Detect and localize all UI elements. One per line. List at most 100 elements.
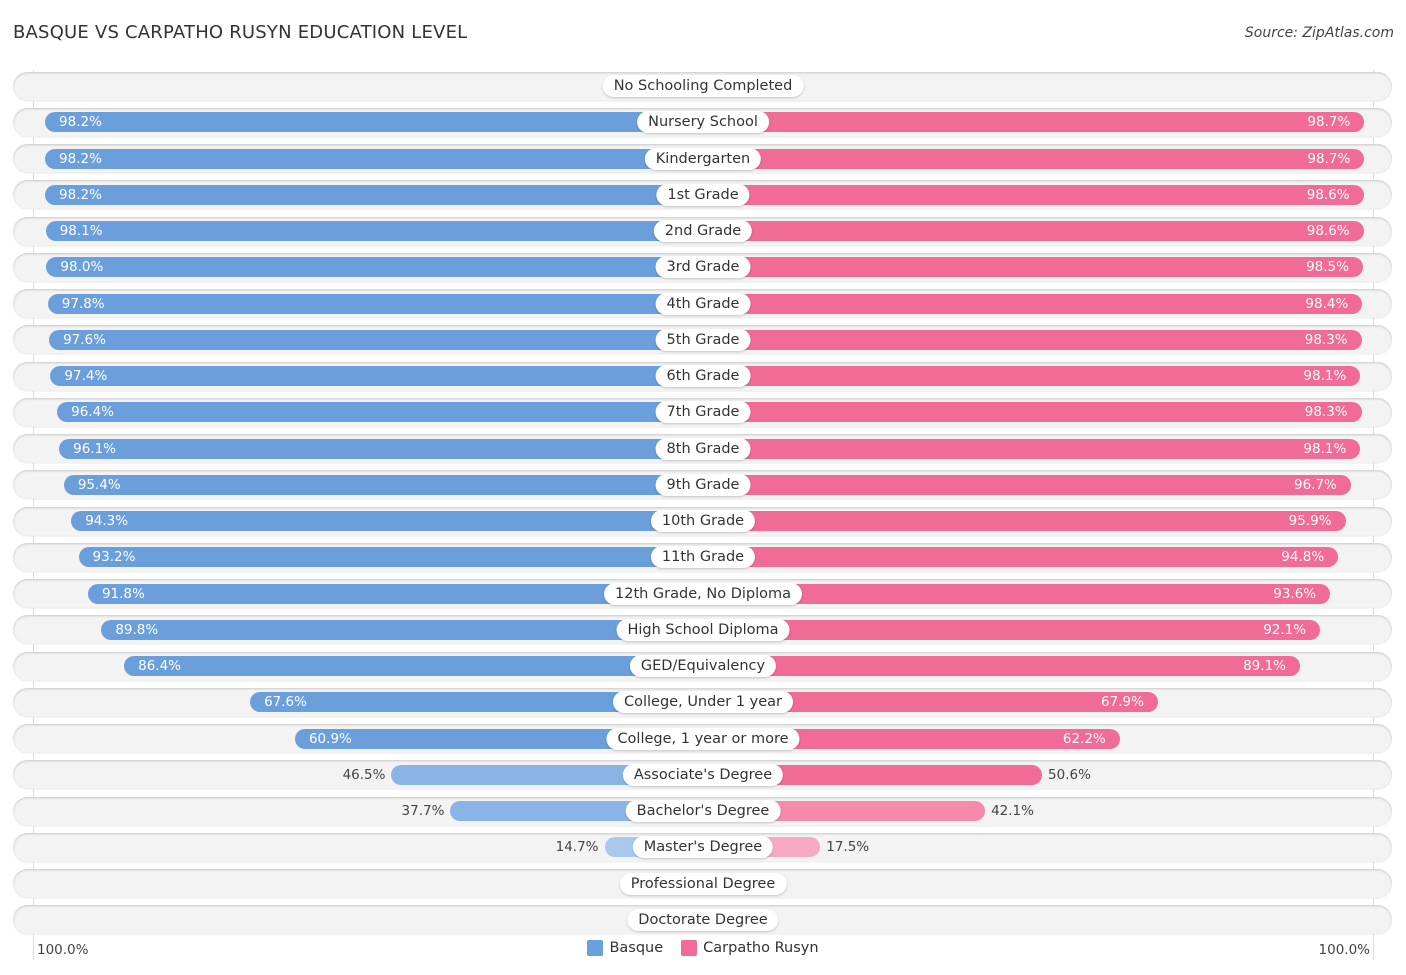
bar-basque[interactable] bbox=[45, 148, 703, 169]
value-label-carpatho-rusyn: 96.7% bbox=[1294, 476, 1337, 493]
bar-basque[interactable] bbox=[101, 619, 703, 640]
value-label-carpatho-rusyn: 92.1% bbox=[1263, 621, 1307, 638]
bar-carpatho-rusyn[interactable] bbox=[703, 112, 1365, 133]
value-label-carpatho-rusyn: 98.6% bbox=[1306, 223, 1350, 239]
bar-carpatho-rusyn[interactable] bbox=[703, 438, 1361, 459]
category-label: 1st Grade bbox=[656, 183, 750, 206]
bar-carpatho-rusyn[interactable] bbox=[703, 329, 1362, 350]
category-label: No Schooling Completed bbox=[602, 75, 804, 97]
legend-swatch-basque bbox=[587, 940, 604, 956]
value-label-basque: 98.2% bbox=[59, 114, 102, 131]
bar-basque[interactable] bbox=[63, 474, 703, 495]
bar-carpatho-rusyn[interactable] bbox=[703, 619, 1321, 640]
bar-basque[interactable] bbox=[46, 257, 703, 278]
value-label-carpatho-rusyn: 98.3% bbox=[1304, 331, 1348, 348]
category-label: College, Under 1 year bbox=[613, 691, 793, 714]
value-label-basque: 96.1% bbox=[73, 440, 117, 457]
bar-basque[interactable] bbox=[71, 511, 703, 531]
category-label: 7th Grade bbox=[655, 401, 751, 424]
legend: Basque Carpatho Rusyn bbox=[0, 940, 1406, 956]
bar-carpatho-rusyn[interactable] bbox=[703, 366, 1361, 386]
category-label: 11th Grade bbox=[650, 546, 756, 569]
value-label-basque: 98.2% bbox=[59, 186, 102, 203]
value-label-carpatho-rusyn: 42.1% bbox=[991, 803, 1034, 819]
category-label: 12th Grade, No Diploma bbox=[604, 582, 802, 605]
category-label: 6th Grade bbox=[655, 365, 751, 387]
value-label-basque: 67.6% bbox=[264, 694, 307, 711]
value-label-basque: 98.2% bbox=[59, 150, 102, 167]
value-label-basque: 86.4% bbox=[138, 658, 181, 674]
value-label-basque: 37.7% bbox=[401, 803, 445, 819]
value-label-basque: 14.7% bbox=[555, 839, 599, 856]
value-label-carpatho-rusyn: 98.1% bbox=[1303, 440, 1347, 457]
value-label-basque: 97.8% bbox=[61, 295, 105, 312]
value-label-carpatho-rusyn: 98.1% bbox=[1303, 368, 1347, 384]
value-label-basque: 46.5% bbox=[342, 766, 386, 783]
bar-carpatho-rusyn[interactable] bbox=[703, 148, 1365, 169]
category-label: College, 1 year or more bbox=[606, 727, 800, 750]
value-label-carpatho-rusyn: 98.3% bbox=[1304, 404, 1348, 421]
bar-basque[interactable] bbox=[57, 402, 703, 423]
value-label-basque: 94.3% bbox=[85, 513, 129, 529]
value-label-basque: 98.0% bbox=[60, 259, 104, 276]
bar-basque[interactable] bbox=[50, 366, 703, 386]
value-label-basque: 98.1% bbox=[59, 223, 103, 239]
value-label-carpatho-rusyn: 98.7% bbox=[1307, 150, 1351, 167]
bar-basque[interactable] bbox=[45, 221, 703, 241]
category-label: Associate's Degree bbox=[622, 763, 784, 786]
bar-basque[interactable] bbox=[78, 547, 703, 568]
value-label-carpatho-rusyn: 98.7% bbox=[1307, 114, 1351, 131]
value-label-carpatho-rusyn: 62.2% bbox=[1062, 730, 1106, 747]
value-label-basque: 97.6% bbox=[63, 331, 106, 348]
value-label-carpatho-rusyn: 50.6% bbox=[1048, 766, 1091, 783]
bar-carpatho-rusyn[interactable] bbox=[703, 547, 1339, 568]
value-label-basque: 60.9% bbox=[308, 730, 352, 747]
bar-basque[interactable] bbox=[49, 329, 703, 350]
legend-label-carpatho-rusyn: Carpatho Rusyn bbox=[703, 940, 819, 956]
bar-carpatho-rusyn[interactable] bbox=[703, 511, 1346, 531]
category-label: 5th Grade bbox=[655, 328, 751, 351]
legend-swatch-carpatho-rusyn bbox=[681, 940, 698, 956]
category-label: 8th Grade bbox=[655, 437, 751, 460]
category-label: 3rd Grade bbox=[655, 256, 751, 279]
value-label-carpatho-rusyn: 93.6% bbox=[1273, 585, 1317, 602]
value-label-basque: 97.4% bbox=[64, 368, 108, 384]
category-label: Master's Degree bbox=[632, 836, 774, 859]
bar-basque[interactable] bbox=[47, 293, 703, 314]
value-label-carpatho-rusyn: 17.5% bbox=[826, 839, 870, 856]
chart-area: 1.8%1.4%No Schooling Completed98.2%98.7%… bbox=[0, 0, 1406, 975]
bar-carpatho-rusyn[interactable] bbox=[703, 402, 1362, 423]
category-label: Doctorate Degree bbox=[627, 908, 779, 931]
value-label-basque: 96.4% bbox=[71, 404, 114, 421]
bar-carpatho-rusyn[interactable] bbox=[703, 257, 1363, 278]
bar-carpatho-rusyn[interactable] bbox=[703, 293, 1363, 314]
legend-label-basque: Basque bbox=[609, 940, 664, 956]
value-label-carpatho-rusyn: 89.1% bbox=[1243, 658, 1286, 674]
category-label: 10th Grade bbox=[650, 510, 756, 532]
bar-carpatho-rusyn[interactable] bbox=[703, 221, 1364, 241]
value-label-basque: 93.2% bbox=[92, 549, 136, 566]
category-label: 2nd Grade bbox=[653, 220, 753, 242]
bar-carpatho-rusyn[interactable] bbox=[703, 474, 1351, 495]
category-label: 4th Grade bbox=[655, 292, 751, 315]
value-label-carpatho-rusyn: 98.4% bbox=[1305, 295, 1349, 312]
bar-carpatho-rusyn[interactable] bbox=[703, 656, 1300, 676]
legend-item-basque[interactable]: Basque bbox=[587, 940, 663, 956]
category-label: GED/Equivalency bbox=[629, 655, 777, 677]
category-label: Nursery School bbox=[637, 111, 769, 134]
category-label: Bachelor's Degree bbox=[625, 800, 781, 822]
bar-carpatho-rusyn[interactable] bbox=[703, 184, 1364, 205]
category-label: 9th Grade bbox=[655, 473, 751, 496]
value-label-carpatho-rusyn: 95.9% bbox=[1288, 513, 1332, 529]
legend-item-carpatho-rusyn[interactable]: Carpatho Rusyn bbox=[681, 940, 819, 956]
bar-basque[interactable] bbox=[45, 112, 703, 133]
value-label-carpatho-rusyn: 98.5% bbox=[1306, 259, 1349, 276]
category-label: Kindergarten bbox=[644, 147, 762, 170]
value-label-basque: 95.4% bbox=[77, 476, 121, 493]
bar-basque[interactable] bbox=[124, 656, 703, 676]
bar-basque[interactable] bbox=[59, 438, 703, 459]
value-label-carpatho-rusyn: 98.6% bbox=[1306, 186, 1350, 203]
category-label: High School Diploma bbox=[616, 618, 790, 641]
bar-basque[interactable] bbox=[45, 184, 703, 205]
value-label-basque: 91.8% bbox=[101, 585, 145, 602]
